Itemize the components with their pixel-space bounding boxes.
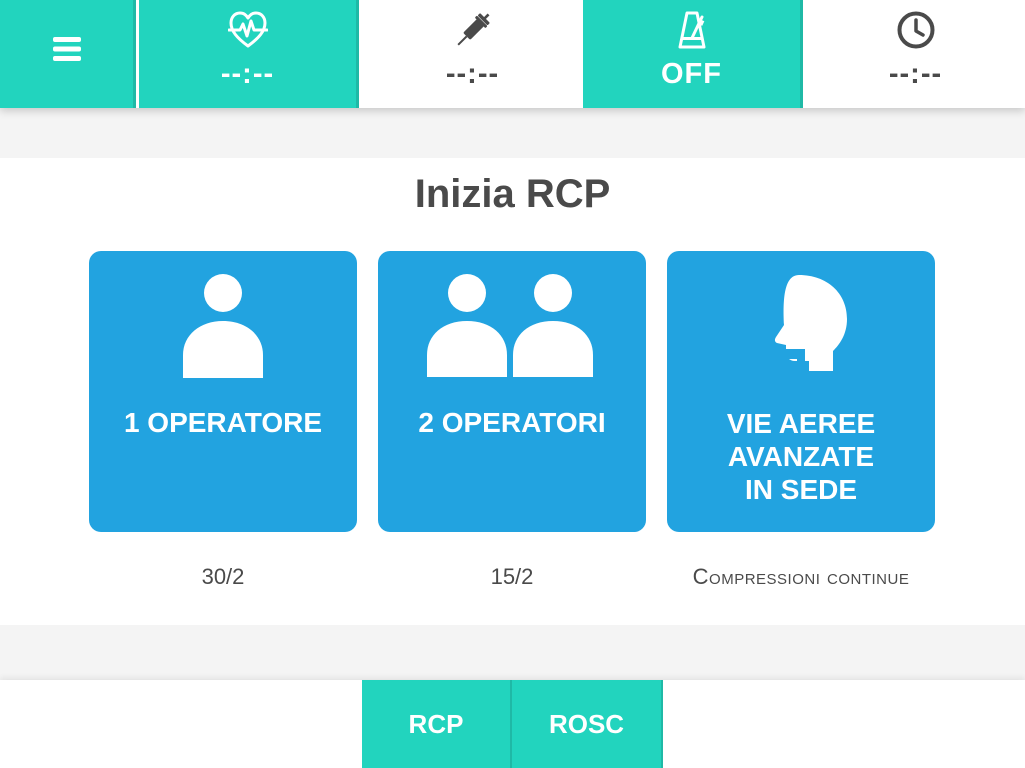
two-persons-icon [427, 274, 593, 377]
page-title: Inizia RCP [414, 172, 611, 216]
card-label-line-1: VIE AEREE [726, 408, 876, 439]
ratio-label: Compressioni continue [692, 564, 910, 589]
card-label: 2 OPERATORI [418, 407, 606, 438]
heart-timer-button[interactable]: --:-- [139, 0, 359, 108]
clock-timer-button[interactable]: --:-- [806, 0, 1025, 108]
top-bar: --:-- --:-- OFF --:-- [0, 0, 1025, 108]
menu-button[interactable] [0, 0, 136, 108]
advanced-airway-button[interactable]: VIE AEREE AVANZATE IN SEDE [667, 251, 935, 532]
card-label-line-2: AVANZATE [727, 441, 875, 472]
card-label-line-3: IN SEDE [744, 474, 858, 505]
syringe-timer-value: --:-- [445, 58, 500, 90]
metronome-value: OFF [661, 58, 722, 90]
one-operator-button[interactable]: 1 OPERATORE [89, 251, 357, 532]
hamburger-menu-icon [52, 34, 82, 64]
single-person-icon [183, 274, 263, 378]
ratio-label: 15/2 [490, 564, 534, 589]
clock-timer-value: --:-- [888, 58, 943, 90]
clock-icon [896, 10, 936, 50]
syringe-timer-button[interactable]: --:-- [362, 0, 583, 108]
cpr-start-panel: Inizia RCP 1 OPERATORE 2 OPERATORI VIE A… [0, 158, 1025, 625]
metronome-icon [672, 10, 712, 50]
airway-head-icon [774, 275, 847, 383]
syringe-icon [453, 10, 493, 50]
two-operators-button[interactable]: 2 OPERATORI [378, 251, 646, 532]
bottom-bar: RCP ROSC [0, 680, 1025, 768]
metronome-button[interactable]: OFF [583, 0, 803, 108]
tab-rosc[interactable]: ROSC [512, 680, 663, 768]
heart-pulse-icon [227, 10, 268, 50]
tab-rcp[interactable]: RCP [362, 680, 512, 768]
card-label: 1 OPERATORE [123, 407, 323, 438]
heart-timer-value: --:-- [220, 58, 275, 90]
ratio-label: 30/2 [201, 564, 245, 589]
